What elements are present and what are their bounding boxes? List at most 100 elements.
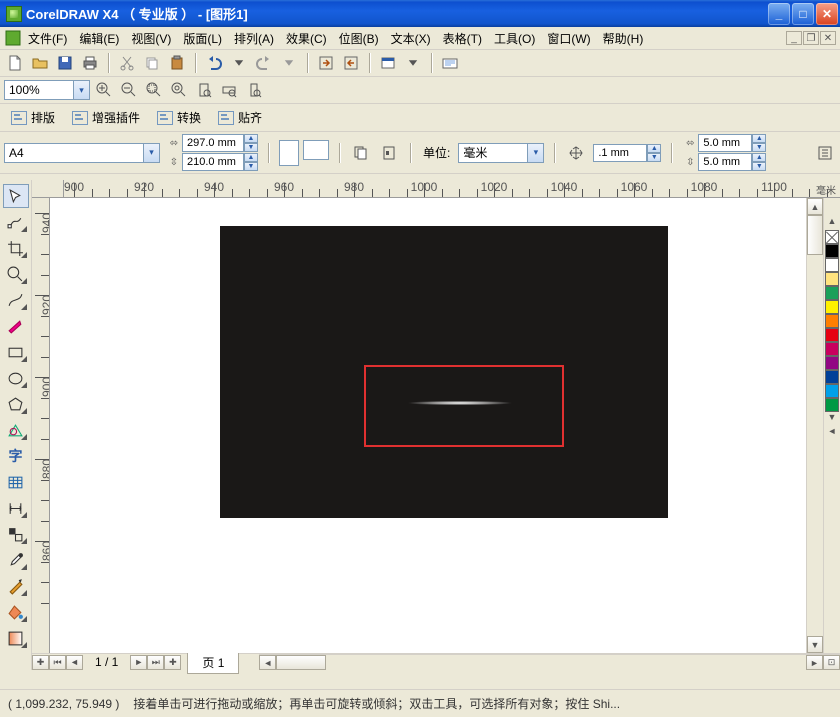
zoom-out-button[interactable] — [118, 79, 140, 101]
dimension-tool[interactable] — [3, 496, 29, 520]
allpages-button[interactable] — [350, 142, 372, 164]
rectangle-tool[interactable] — [3, 340, 29, 364]
print-button[interactable] — [79, 52, 101, 74]
plugin-typeset[interactable]: 排版 — [4, 106, 62, 129]
palette-swatch[interactable] — [825, 356, 839, 370]
basicshape-tool[interactable] — [3, 418, 29, 442]
welcome-button[interactable] — [439, 52, 461, 74]
zoom-selection-button[interactable] — [143, 79, 165, 101]
copy-button[interactable] — [141, 52, 163, 74]
plugin-snap[interactable]: 贴齐 — [211, 106, 269, 129]
zoom-all-button[interactable] — [168, 79, 190, 101]
scroll-thumb-v[interactable] — [807, 215, 823, 255]
menu-view[interactable]: 视图(V) — [125, 28, 177, 49]
pick-tool[interactable] — [3, 184, 29, 208]
import-button[interactable] — [315, 52, 337, 74]
palette-swatch[interactable] — [825, 244, 839, 258]
dup-y-input[interactable] — [698, 153, 752, 171]
palette-swatch[interactable] — [825, 370, 839, 384]
nudge-spin[interactable]: ▲▼ — [593, 144, 661, 162]
new-button[interactable] — [4, 52, 26, 74]
plugin-convert[interactable]: 转换 — [150, 106, 208, 129]
redo-button[interactable] — [253, 52, 275, 74]
minimize-button[interactable]: _ — [768, 3, 790, 25]
menu-arrange[interactable]: 排列(A) — [228, 28, 280, 49]
zoom-height-button[interactable] — [243, 79, 265, 101]
dup-x-spin[interactable]: ⬄▲▼ — [682, 134, 766, 152]
text-tool[interactable]: 字 — [3, 444, 29, 468]
menu-file[interactable]: 文件(F) — [22, 28, 73, 49]
landscape-button[interactable] — [303, 140, 329, 160]
ruler-vertical[interactable]: 940920900880860 — [32, 198, 50, 653]
page-height-spin[interactable]: ⇳▲▼ — [166, 153, 258, 171]
page-height-input[interactable] — [182, 153, 244, 171]
eyedropper-tool[interactable] — [3, 548, 29, 572]
palette-swatch[interactable] — [825, 258, 839, 272]
palette-flyout[interactable]: ◄ — [828, 426, 837, 440]
interactive-fill-tool[interactable] — [3, 626, 29, 650]
ellipse-tool[interactable] — [3, 366, 29, 390]
maximize-button[interactable]: □ — [792, 3, 814, 25]
unit-input[interactable] — [458, 143, 528, 163]
portrait-button[interactable] — [279, 140, 299, 166]
scroll-up-button[interactable]: ▲ — [807, 198, 823, 215]
scroll-down-button[interactable]: ▼ — [807, 636, 823, 653]
scroll-thumb-h[interactable] — [276, 655, 326, 670]
palette-swatch[interactable] — [825, 398, 839, 412]
menu-effects[interactable]: 效果(C) — [280, 28, 333, 49]
shape-tool[interactable] — [3, 210, 29, 234]
palette-swatch[interactable] — [825, 272, 839, 286]
page-tab[interactable]: 页 1 — [187, 651, 239, 674]
palette-swatch[interactable] — [825, 300, 839, 314]
nudge-input[interactable] — [593, 144, 647, 162]
dup-x-input[interactable] — [698, 134, 752, 152]
scroll-right-button[interactable]: ► — [806, 655, 823, 670]
doc-restore-button[interactable]: ❐ — [803, 31, 819, 45]
paper-combo[interactable] — [4, 143, 160, 163]
palette-no-color[interactable] — [825, 230, 839, 244]
app-menu-icon[interactable] — [4, 29, 22, 47]
scroll-left-button[interactable]: ◄ — [259, 655, 276, 670]
close-button[interactable]: ✕ — [816, 3, 838, 25]
zoom-tool[interactable] — [3, 262, 29, 286]
paper-dropdown[interactable] — [144, 143, 160, 163]
cut-button[interactable] — [116, 52, 138, 74]
zoom-width-button[interactable] — [218, 79, 240, 101]
table-tool[interactable] — [3, 470, 29, 494]
undo-button[interactable] — [203, 52, 225, 74]
zoom-combo[interactable] — [4, 80, 90, 100]
page-first-button[interactable]: ⏮ — [49, 655, 66, 670]
plugin-enhance[interactable]: 增强插件 — [65, 106, 147, 129]
unit-combo[interactable] — [458, 143, 544, 163]
page-prev-button[interactable]: ◄ — [66, 655, 83, 670]
palette-swatch[interactable] — [825, 314, 839, 328]
doc-close-button[interactable]: ✕ — [820, 31, 836, 45]
currentpage-button[interactable] — [378, 142, 400, 164]
redo-dropdown[interactable] — [278, 52, 300, 74]
menu-layout[interactable]: 版面(L) — [177, 28, 228, 49]
menu-text[interactable]: 文本(X) — [385, 28, 437, 49]
menu-bitmap[interactable]: 位图(B) — [333, 28, 385, 49]
export-button[interactable] — [340, 52, 362, 74]
paste-button[interactable] — [166, 52, 188, 74]
dup-y-spin[interactable]: ⇳▲▼ — [682, 153, 766, 171]
zoom-input[interactable] — [4, 80, 74, 100]
open-button[interactable] — [29, 52, 51, 74]
navigator-button[interactable]: ⊡ — [823, 655, 840, 670]
ruler-origin[interactable] — [32, 180, 64, 198]
palette-swatch[interactable] — [825, 286, 839, 300]
palette-down[interactable]: ▼ — [828, 412, 837, 426]
palette-swatch[interactable] — [825, 328, 839, 342]
menu-help[interactable]: 帮助(H) — [597, 28, 650, 49]
fill-tool[interactable] — [3, 600, 29, 624]
ruler-horizontal[interactable]: 毫米 9009209409609801000102010401060108011… — [64, 180, 840, 198]
freehand-tool[interactable] — [3, 288, 29, 312]
menu-tools[interactable]: 工具(O) — [488, 28, 541, 49]
zoom-in-button[interactable] — [93, 79, 115, 101]
palette-swatch[interactable] — [825, 342, 839, 356]
page-add2-button[interactable]: ✚ — [164, 655, 181, 670]
page-last-button[interactable]: ⏭ — [147, 655, 164, 670]
page-next-button[interactable]: ► — [130, 655, 147, 670]
smart-draw-tool[interactable] — [3, 314, 29, 338]
scrollbar-vertical[interactable]: ▲ ▼ — [806, 198, 823, 653]
